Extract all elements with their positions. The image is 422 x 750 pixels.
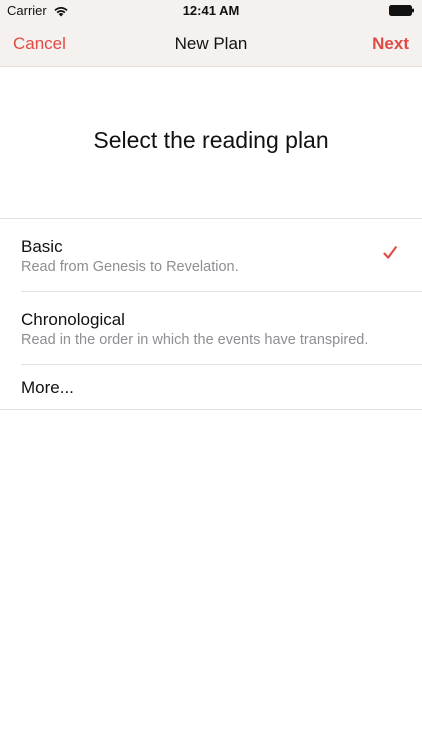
top-bar: Carrier 12:41 AM Cancel New Plan Next xyxy=(0,0,422,67)
status-bar: Carrier 12:41 AM xyxy=(0,0,422,22)
plan-title: More... xyxy=(21,378,74,397)
status-time: 12:41 AM xyxy=(182,3,240,18)
row-divider xyxy=(0,409,422,410)
plan-subtitle: Read in the order in which the events ha… xyxy=(21,332,369,348)
nav-bar: Cancel New Plan Next xyxy=(0,22,422,66)
screen: Carrier 12:41 AM Cancel New Plan Next Se… xyxy=(0,0,422,750)
nav-title: New Plan xyxy=(174,34,248,53)
battery-icon xyxy=(389,5,414,16)
plan-option-more[interactable]: More... xyxy=(0,365,422,410)
plan-title: Basic xyxy=(21,237,63,256)
plan-title: Chronological xyxy=(21,310,125,329)
plan-option-basic[interactable]: Basic Read from Genesis to Revelation. xyxy=(0,219,422,292)
next-button[interactable]: Next xyxy=(372,34,409,54)
page-heading: Select the reading plan xyxy=(93,127,329,153)
plan-list: Basic Read from Genesis to Revelation. C… xyxy=(0,218,422,410)
plan-subtitle: Read from Genesis to Revelation. xyxy=(21,259,239,275)
plan-option-chronological[interactable]: Chronological Read in the order in which… xyxy=(0,292,422,365)
checkmark-icon xyxy=(383,246,397,259)
